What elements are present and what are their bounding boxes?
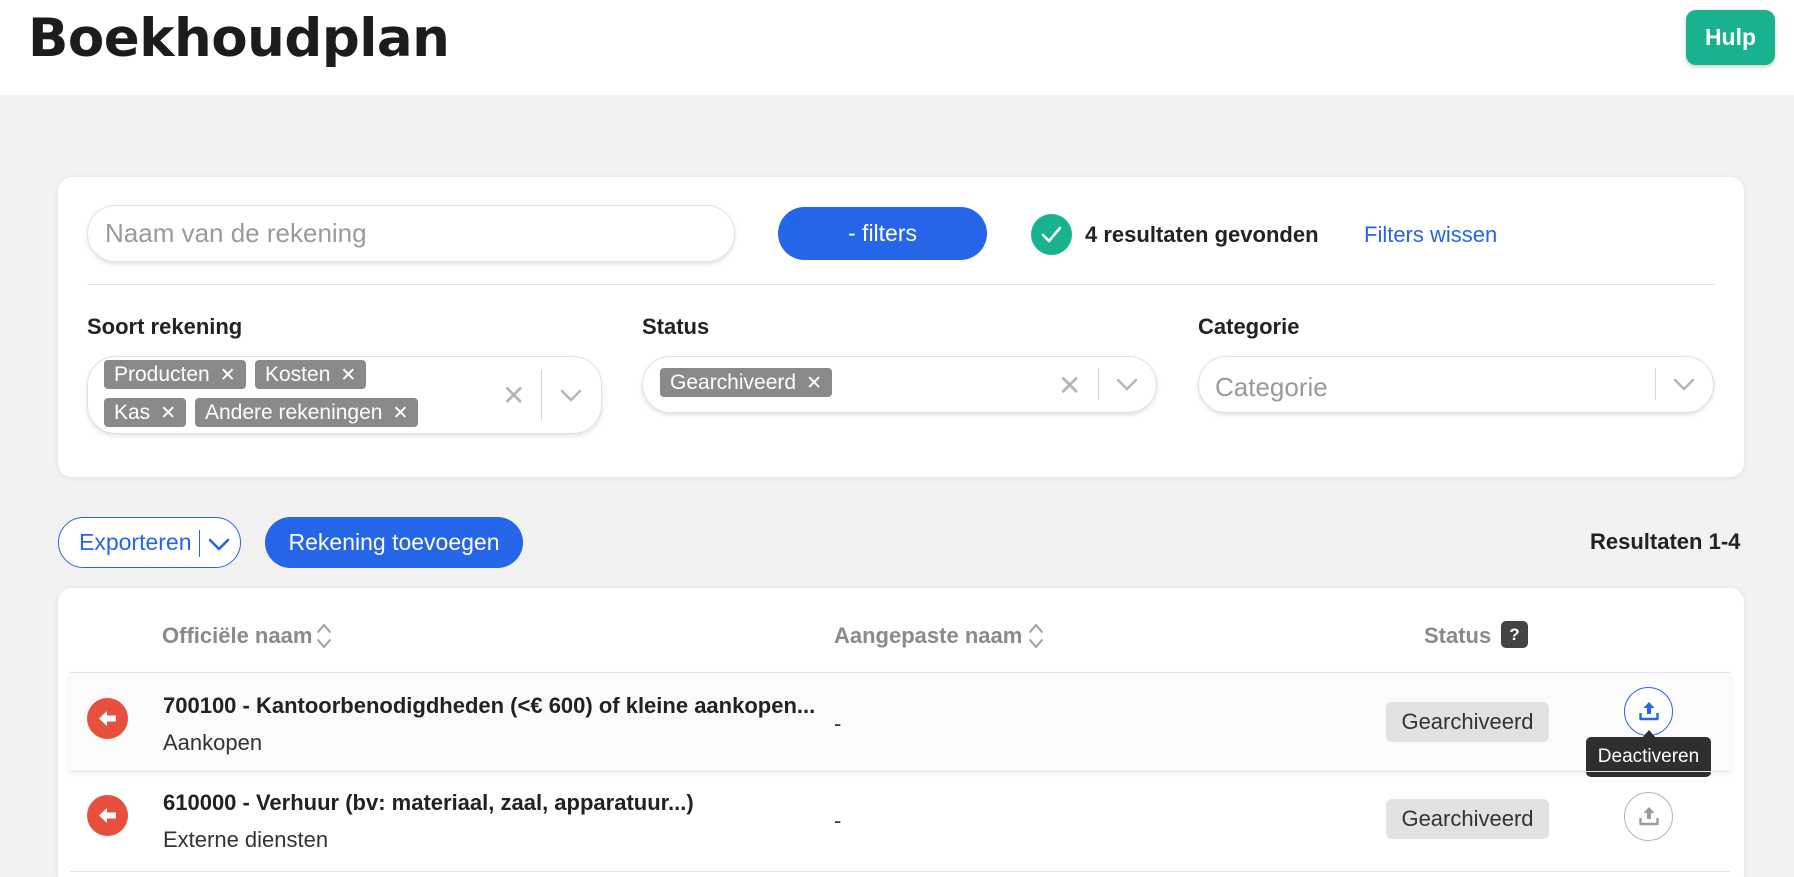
page-title: Boekhoudplan (28, 8, 450, 69)
results-range: Resultaten 1-4 (1590, 529, 1741, 554)
filter-chip-gearchiveerd[interactable]: Gearchiveerd ✕ (660, 368, 832, 397)
row-divider (70, 871, 1730, 872)
chip-remove-icon[interactable]: ✕ (392, 403, 408, 424)
category-label: Categorie (1198, 314, 1300, 339)
chip-remove-icon[interactable]: ✕ (806, 373, 822, 394)
filter-chip-kas[interactable]: Kas ✕ (104, 398, 187, 427)
clear-selection-icon[interactable]: ✕ (1058, 369, 1081, 402)
chevron-down-icon[interactable] (1116, 378, 1138, 392)
filter-chip-kosten[interactable]: Kosten ✕ (255, 360, 367, 389)
row-divider (70, 771, 1730, 772)
chip-label: Gearchiveerd (670, 371, 797, 394)
clear-filters-link[interactable]: Filters wissen (1364, 222, 1497, 248)
add-account-button[interactable]: Rekening toevoegen (265, 517, 523, 568)
column-header-official-name[interactable]: Officiële naam (162, 623, 312, 649)
upload-icon (1639, 807, 1659, 826)
account-official-name: 700100 - Kantoorbenodigdheden (<€ 600) o… (163, 693, 816, 718)
upload-icon (1639, 702, 1659, 721)
results-count: 4 resultaten gevonden (1085, 222, 1319, 247)
chip-remove-icon[interactable]: ✕ (220, 365, 236, 386)
chip-label: Kosten (265, 363, 331, 386)
status-badge: Gearchiveerd (1386, 799, 1549, 839)
select-separator (1655, 368, 1656, 400)
deactivate-button[interactable] (1624, 687, 1673, 736)
chevron-down-icon[interactable] (207, 532, 231, 556)
filter-divider (87, 284, 1715, 285)
chevron-down-icon[interactable] (560, 389, 582, 403)
chip-remove-icon[interactable]: ✕ (340, 365, 356, 386)
chip-label: Producten (114, 363, 210, 386)
chevron-down-icon[interactable] (1673, 378, 1695, 392)
account-custom-name: - (834, 808, 842, 833)
chip-label: Kas (114, 401, 151, 424)
column-header-status: Status (1424, 623, 1492, 648)
status-help-icon[interactable]: ? (1501, 621, 1528, 648)
chip-remove-icon[interactable]: ✕ (160, 403, 176, 424)
account-type-label: Soort rekening (87, 314, 243, 339)
toggle-filters-button[interactable]: - filters (778, 207, 987, 260)
export-separator (199, 530, 200, 557)
column-header-custom-name[interactable]: Aangepaste naam (834, 623, 1022, 649)
check-icon (1031, 214, 1072, 255)
export-label: Exporteren (79, 529, 192, 555)
sort-icon[interactable] (316, 621, 332, 651)
account-search-input[interactable] (87, 205, 735, 262)
arrow-left-icon[interactable] (87, 795, 128, 836)
filter-chip-producten[interactable]: Producten ✕ (104, 360, 246, 389)
select-separator (541, 370, 542, 420)
top-bar: Boekhoudplan Hulp (0, 0, 1794, 95)
sort-icon[interactable] (1028, 621, 1044, 651)
account-custom-name: - (834, 711, 842, 736)
clear-selection-icon[interactable]: ✕ (502, 379, 525, 412)
deactivate-button[interactable] (1624, 792, 1673, 841)
export-button[interactable]: Exporteren (58, 517, 241, 568)
account-category: Externe diensten (163, 827, 329, 852)
select-separator (1098, 368, 1099, 400)
category-placeholder: Categorie (1215, 372, 1328, 402)
chip-label: Andere rekeningen (205, 401, 383, 424)
arrow-left-icon[interactable] (87, 698, 128, 739)
status-label: Status (642, 314, 710, 339)
status-badge: Gearchiveerd (1386, 702, 1549, 742)
help-button[interactable]: Hulp (1686, 10, 1775, 65)
filter-chip-andere-rekeningen[interactable]: Andere rekeningen ✕ (195, 398, 419, 427)
account-category: Aankopen (163, 730, 263, 755)
account-official-name: 610000 - Verhuur (bv: materiaal, zaal, a… (163, 790, 694, 815)
